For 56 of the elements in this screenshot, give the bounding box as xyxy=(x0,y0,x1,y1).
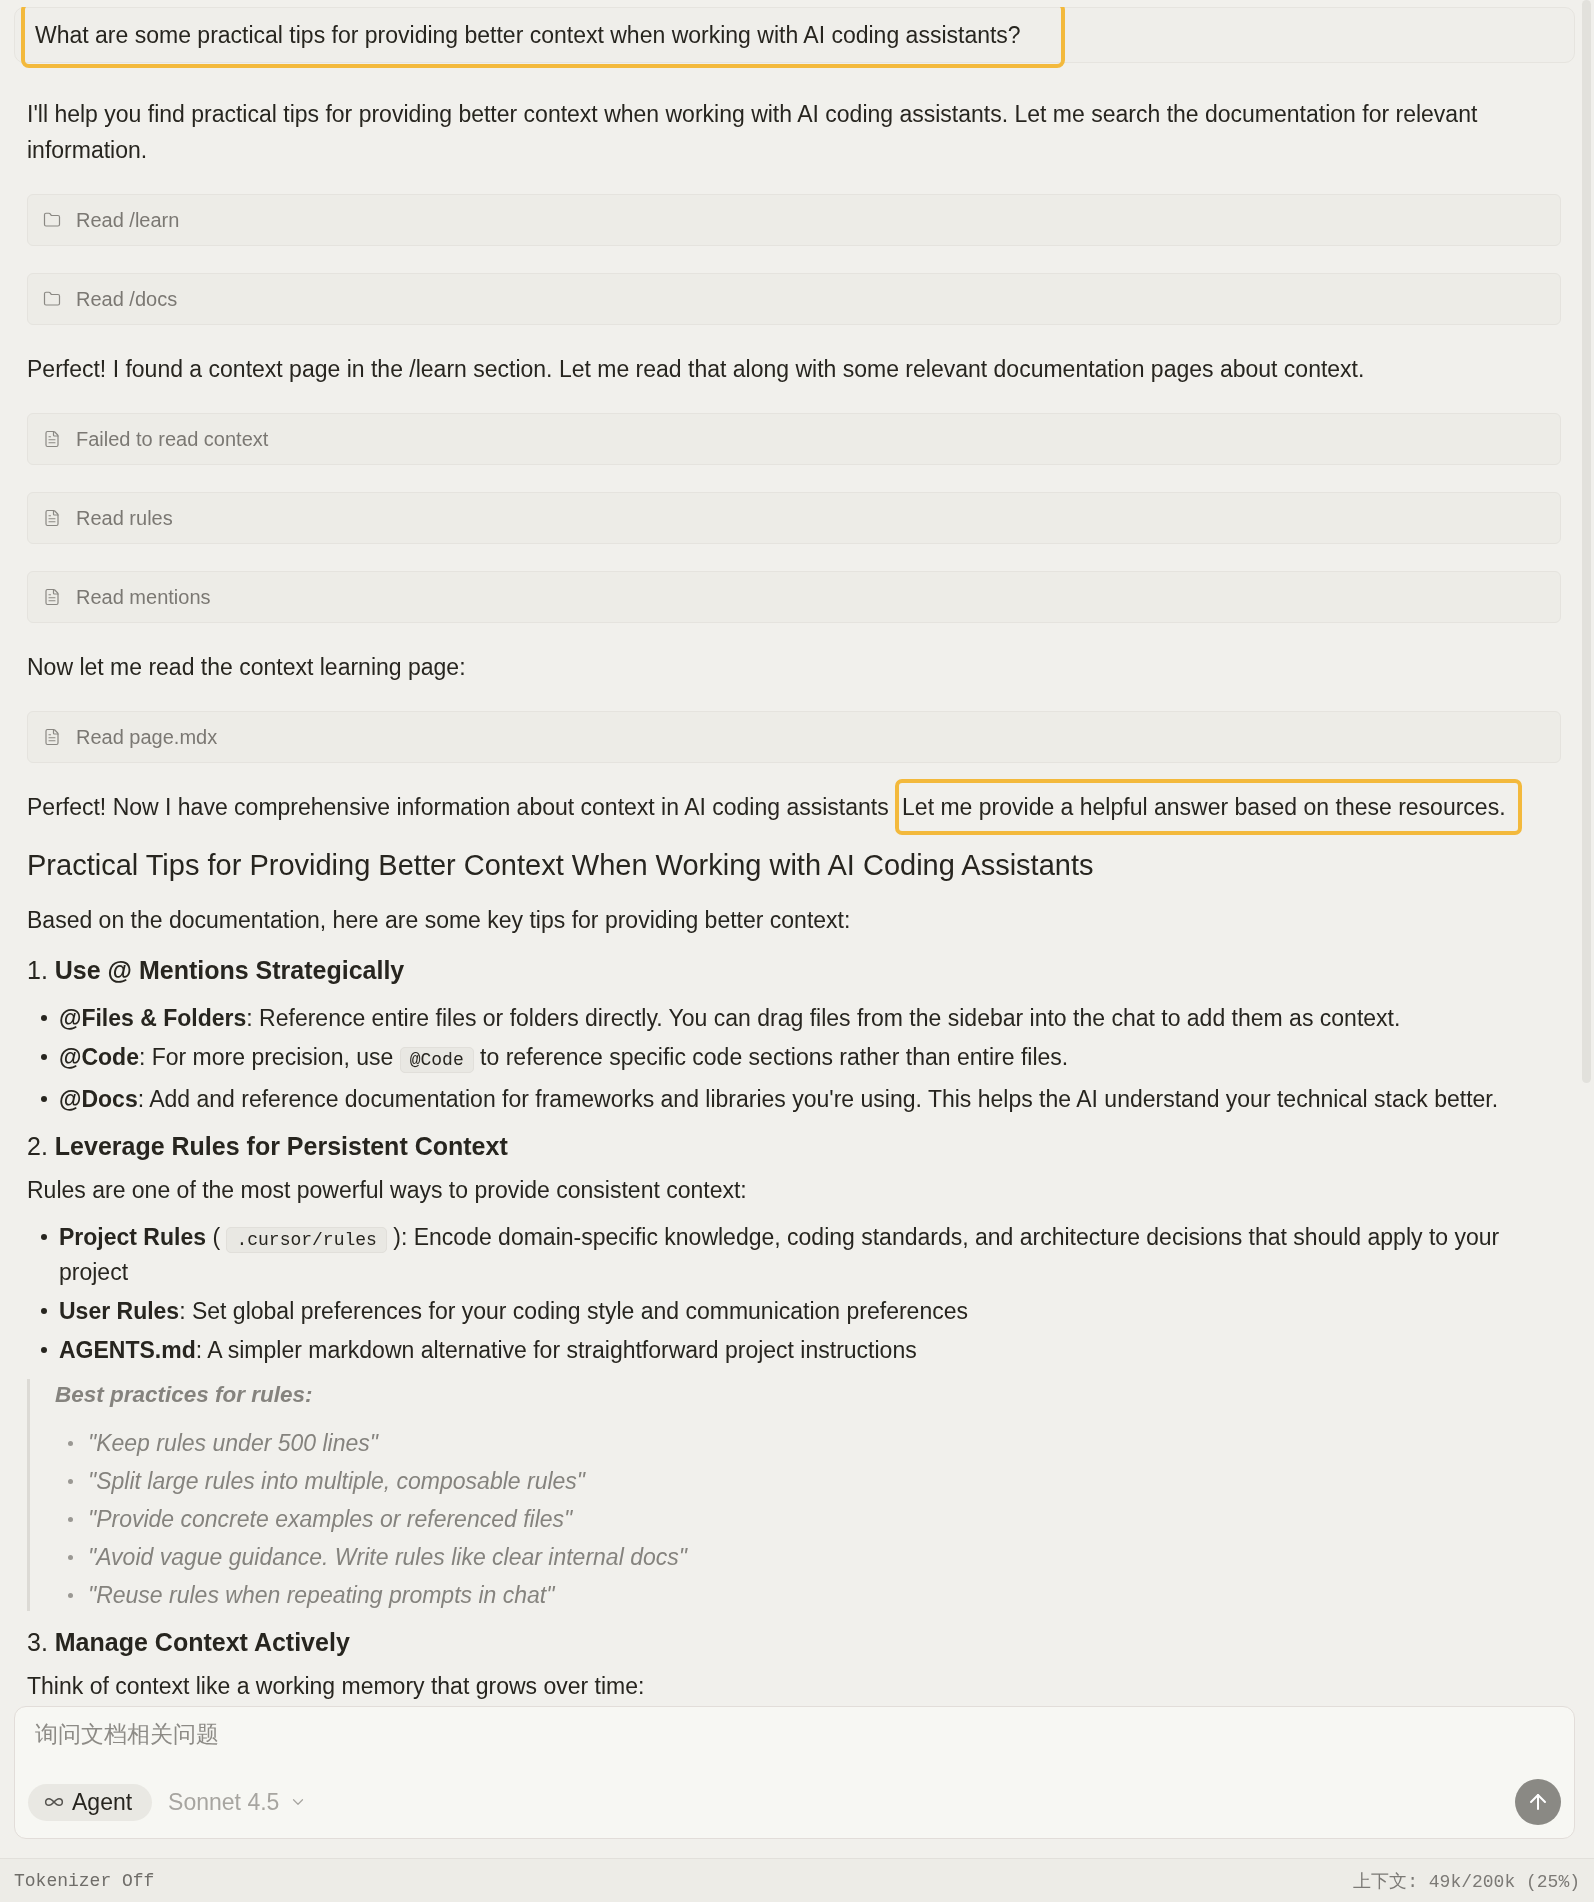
list-item-text: @Docs: Add and reference documentation for frameworks and libraries you're using. This helps the AI understand your technical stack better. xyxy=(59,1085,1500,1114)
agent-mode-button[interactable]: Agent xyxy=(28,1783,153,1821)
tokenizer-status: Tokenizer Off xyxy=(14,1870,155,1891)
bullet-icon xyxy=(41,1096,47,1102)
model-selector[interactable]: Sonnet 4.5 xyxy=(168,1788,308,1816)
bullet-icon xyxy=(68,1517,73,1522)
assistant-text: Think of context like a working memory that grows over time: xyxy=(27,1672,646,1701)
highlighted-text: Let me provide a helpful answer based on these resources. xyxy=(895,779,1522,835)
assistant-text: Based on the documentation, here are some key tips for providing better context: xyxy=(27,906,852,935)
inline-code: .cursor/rules xyxy=(226,1227,387,1253)
tool-call[interactable]: Failed to read context xyxy=(27,413,1561,465)
assistant-text: Now let me read the context learning page: xyxy=(27,653,467,682)
composer-panel[interactable]: 询问文档相关问题 Agent Sonnet 4.5 xyxy=(14,1706,1575,1839)
section-heading: 1. Use @ Mentions Strategically xyxy=(27,955,406,986)
message-input[interactable]: 询问文档相关问题 xyxy=(35,1717,1554,1753)
send-button[interactable] xyxy=(1515,1779,1561,1825)
tool-call[interactable]: Read /learn xyxy=(27,194,1561,246)
file-icon xyxy=(43,588,61,606)
quote-item-text: "Split large rules into multiple, composable rules" xyxy=(88,1467,585,1496)
tool-call[interactable]: Read page.mdx xyxy=(27,711,1561,763)
bullet-icon xyxy=(41,1234,47,1240)
tool-call[interactable]: Read /docs xyxy=(27,273,1561,325)
list-item-text: @Code: For more precision, use @Code to reference specific code sections rather than entire files. xyxy=(59,1041,1561,1076)
quote-title: Best practices for rules: xyxy=(55,1381,314,1409)
section-heading: 3. Manage Context Actively xyxy=(27,1627,351,1658)
bullet-icon xyxy=(41,1054,47,1060)
section-heading: 2. Leverage Rules for Persistent Context xyxy=(27,1131,509,1162)
file-icon xyxy=(43,430,61,448)
tool-call[interactable]: Read rules xyxy=(27,492,1561,544)
assistant-text: I'll help you find practical tips for providing better context when working with AI coding assistants. Let me search the documentation for relevant information. xyxy=(27,100,1479,165)
folder-icon xyxy=(43,290,61,308)
user-question: What are some practical tips for providing better context when working with AI coding assistants? xyxy=(21,7,1065,68)
quote-item-text: "Provide concrete examples or referenced files" xyxy=(88,1505,573,1534)
list-item-text: AGENTS.md: A simpler markdown alternative for straightforward project instructions xyxy=(59,1336,918,1365)
quote-item-text: "Reuse rules when repeating prompts in chat" xyxy=(88,1581,555,1610)
file-icon xyxy=(43,509,61,527)
context-usage: 上下文: 49k/200k (25%) xyxy=(1353,1870,1580,1893)
folder-icon xyxy=(43,211,61,229)
tool-call[interactable]: Read mentions xyxy=(27,571,1561,623)
bullet-icon xyxy=(68,1479,73,1484)
quote-item-text: "Avoid vague guidance. Write rules like clear internal docs" xyxy=(88,1543,687,1572)
file-icon xyxy=(43,728,61,746)
bullet-icon xyxy=(68,1555,73,1560)
bullet-icon xyxy=(68,1593,73,1598)
list-item-text: User Rules: Set global preferences for your coding style and communication preferences xyxy=(59,1297,969,1326)
assistant-text: Perfect! I found a context page in the /learn section. Let me read that along with some relevant documentation pages about context. xyxy=(27,355,1366,384)
bullet-icon xyxy=(41,1308,47,1314)
bullet-icon xyxy=(41,1347,47,1353)
assistant-text: Rules are one of the most powerful ways to provide consistent context: xyxy=(27,1176,748,1205)
bullet-icon xyxy=(41,1015,47,1021)
bullet-icon xyxy=(68,1441,73,1446)
list-item-text: @Files & Folders: Reference entire files or folders directly. You can drag files from the sidebar into the chat to add them as context. xyxy=(59,1004,1402,1033)
quote-item-text: "Keep rules under 500 lines" xyxy=(88,1429,378,1458)
inline-code: @Code xyxy=(399,1047,474,1073)
list-item-text: Project Rules ( .cursor/rules ): Encode domain-specific knowledge, coding standards, and architecture decisions that should apply to your project xyxy=(59,1223,1501,1287)
response-heading: Practical Tips for Providing Better Context When Working with AI Coding Assistants xyxy=(27,848,1095,883)
